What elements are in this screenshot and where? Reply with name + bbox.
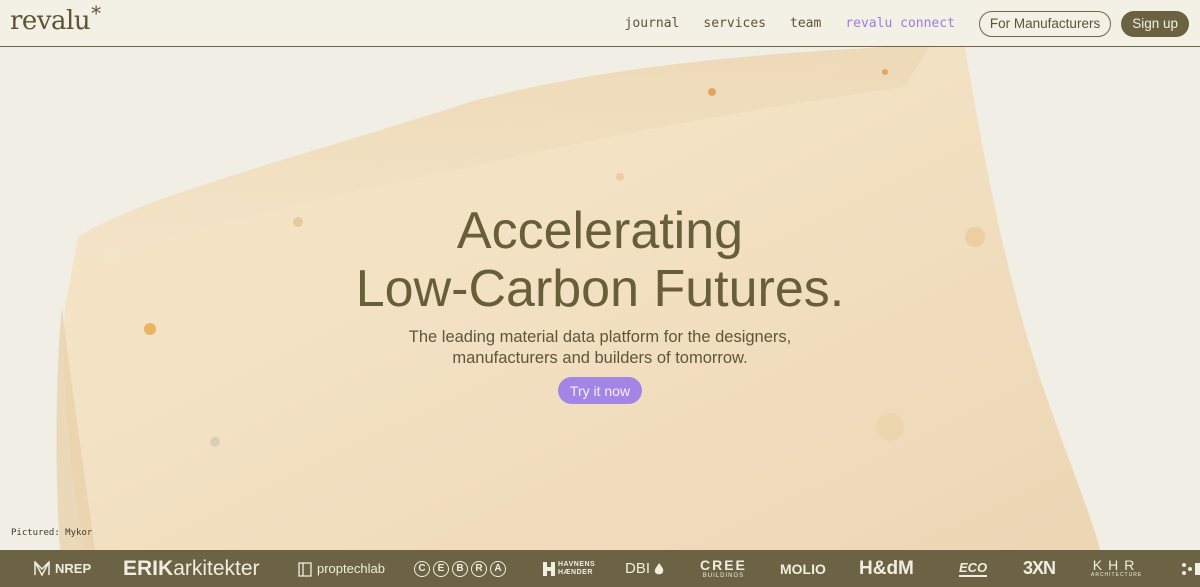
headline-line-2: Low-Carbon Futures. xyxy=(355,260,845,318)
partial-partner-mark-icon xyxy=(1182,562,1200,575)
havnens-text-block: HAVNENS HÆNDER xyxy=(558,561,595,577)
proptechlab-mark-icon xyxy=(298,561,312,577)
hdm-text: H&dM xyxy=(859,557,914,579)
cebra-letter-e: E xyxy=(433,560,449,577)
proptechlab-text: proptechlab xyxy=(317,561,385,576)
arkitekter-text: arkitekter xyxy=(173,556,260,580)
nrep-text: NREP xyxy=(55,561,92,576)
try-it-now-button[interactable]: Try it now xyxy=(558,377,642,404)
main-nav: journal services team revalu connect For… xyxy=(625,0,1200,47)
havnens-mark-icon xyxy=(543,561,555,576)
molio-text: MOLIO xyxy=(780,560,826,577)
headline-line-1: Accelerating xyxy=(456,202,744,260)
3xn-logo: 3XN xyxy=(1023,550,1056,587)
image-caption: Pictured: Mykor xyxy=(11,528,93,538)
nav-revalu-connect[interactable]: revalu connect xyxy=(845,16,955,31)
cree-text: CREE xyxy=(700,556,747,573)
brand-name: revalu xyxy=(10,6,91,36)
hdm-logo: H&dM xyxy=(859,550,914,587)
havnens-haender-logo: HAVNENS HÆNDER xyxy=(542,550,595,587)
cebra-logo: C E B R A xyxy=(414,550,506,587)
partial-logo-right xyxy=(1180,550,1200,587)
brand-asterisk: * xyxy=(91,1,101,25)
partner-logo-strip: ı NREP ERIKarkitekter proptechlab C E B … xyxy=(0,550,1200,587)
havnens-text: HAVNENS xyxy=(558,560,596,568)
hero-section: Accelerating Low-Carbon Futures. The lea… xyxy=(0,47,1200,550)
dbi-flame-icon xyxy=(654,562,664,574)
sign-up-button[interactable]: Sign up xyxy=(1121,10,1189,37)
eco-logo: ECO xyxy=(959,550,988,587)
cebra-letter-r: R xyxy=(471,560,487,577)
dbi-text: DBI xyxy=(625,560,651,577)
haender-text: HÆNDER xyxy=(558,568,593,576)
cebra-letter-b: B xyxy=(452,560,468,577)
nav-services[interactable]: services xyxy=(703,16,766,31)
proptechlab-logo: proptechlab xyxy=(298,550,385,587)
nrep-logo: NREP xyxy=(34,550,91,587)
partial-logo-left: ı xyxy=(0,550,1,587)
buildings-text: BUILDINGS xyxy=(702,572,745,579)
khr-text: KHR xyxy=(1092,557,1141,573)
hero-headline: Accelerating Low-Carbon Futures. xyxy=(0,202,1200,318)
subtitle-line-2: manufacturers and builders of tomorrow. xyxy=(452,349,748,367)
subtitle-line-1: The leading material data platform for t… xyxy=(408,328,792,346)
site-header: revalu* journal services team revalu con… xyxy=(0,0,1200,47)
cebra-letter-c: C xyxy=(414,560,430,577)
nav-team[interactable]: team xyxy=(790,16,821,31)
hero-subtitle: The leading material data platform for t… xyxy=(0,327,1200,369)
dbi-logo: DBI xyxy=(625,550,665,587)
eco-text: ECO xyxy=(959,559,988,577)
cree-buildings-logo: CREE BUILDINGS xyxy=(700,550,747,587)
revalu-logo[interactable]: revalu* xyxy=(10,1,101,36)
cebra-letter-a: A xyxy=(490,560,506,577)
for-manufacturers-button[interactable]: For Manufacturers xyxy=(978,10,1112,37)
nav-journal[interactable]: journal xyxy=(625,16,680,31)
nrep-mark-icon xyxy=(34,561,50,576)
3xn-text: 3XN xyxy=(1023,558,1056,578)
molio-logo: MOLIO xyxy=(780,550,826,587)
erik-arkitekter-logo: ERIK arkitekter xyxy=(123,550,260,587)
khr-architecture-logo: KHR ARCHITECTURE xyxy=(1091,550,1142,587)
architecture-text: ARCHITECTURE xyxy=(1091,572,1143,578)
erik-text: ERIK xyxy=(123,556,174,580)
